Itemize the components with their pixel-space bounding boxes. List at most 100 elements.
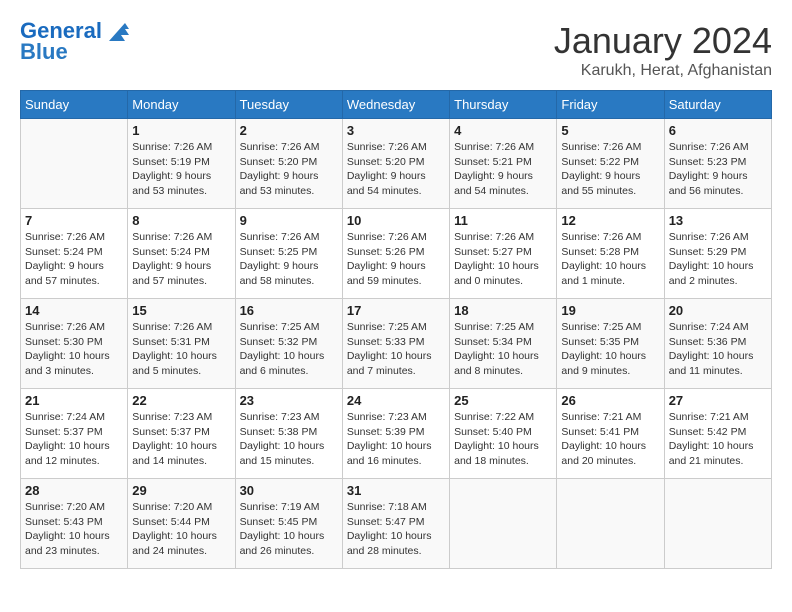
day-number: 31 xyxy=(347,483,445,498)
calendar-cell: 3Sunrise: 7:26 AMSunset: 5:20 PMDaylight… xyxy=(342,119,449,209)
day-number: 21 xyxy=(25,393,123,408)
day-number: 13 xyxy=(669,213,767,228)
col-header-saturday: Saturday xyxy=(664,91,771,119)
calendar-cell: 5 Sunrise: 7:26 AMSunset: 5:22 PMDaylight… xyxy=(557,119,664,209)
day-number: 17 xyxy=(347,303,445,318)
calendar-cell: 2 Sunrise: 7:26 AMSunset: 5:20 PMDaylight… xyxy=(235,119,342,209)
day-number: 26 xyxy=(561,393,659,408)
day-info: Sunrise: 7:24 AMSunset: 5:36 PMDaylight:… xyxy=(669,320,767,379)
day-number: 25 xyxy=(454,393,552,408)
day-number: 7 xyxy=(25,213,123,228)
day-number: 28 xyxy=(25,483,123,498)
day-info: Sunrise: 7:25 AMSunset: 5:33 PMDaylight:… xyxy=(347,320,445,379)
day-number: 16 xyxy=(240,303,338,318)
day-number: 12 xyxy=(561,213,659,228)
calendar-week-2: 7 Sunrise: 7:26 AMSunset: 5:24 PMDaylight… xyxy=(21,209,772,299)
title-block: January 2024 Karukh, Herat, Afghanistan xyxy=(554,20,772,80)
day-number: 18 xyxy=(454,303,552,318)
calendar-week-5: 28 Sunrise: 7:20 AMSunset: 5:43 PMDayligh… xyxy=(21,479,772,569)
day-info: Sunrise: 7:26 AMSunset: 5:19 PMDaylight:… xyxy=(132,140,230,199)
calendar-cell: 21 Sunrise: 7:24 AMSunset: 5:37 PMDayligh… xyxy=(21,389,128,479)
calendar-cell: 24Sunrise: 7:23 AMSunset: 5:39 PMDayligh… xyxy=(342,389,449,479)
day-info: Sunrise: 7:22 AMSunset: 5:40 PMDaylight:… xyxy=(454,410,552,469)
day-info: Sunrise: 7:26 AMSunset: 5:29 PMDaylight:… xyxy=(669,230,767,289)
day-number: 22 xyxy=(132,393,230,408)
calendar-cell: 28 Sunrise: 7:20 AMSunset: 5:43 PMDayligh… xyxy=(21,479,128,569)
day-number: 19 xyxy=(561,303,659,318)
col-header-tuesday: Tuesday xyxy=(235,91,342,119)
calendar-cell xyxy=(21,119,128,209)
day-info: Sunrise: 7:26 AMSunset: 5:22 PMDaylight:… xyxy=(561,140,659,199)
calendar-cell: 14Sunrise: 7:26 AMSunset: 5:30 PMDayligh… xyxy=(21,299,128,389)
calendar-cell: 23 Sunrise: 7:23 AMSunset: 5:38 PMDayligh… xyxy=(235,389,342,479)
day-info: Sunrise: 7:26 AMSunset: 5:25 PMDaylight:… xyxy=(240,230,338,289)
day-info: Sunrise: 7:24 AMSunset: 5:37 PMDaylight:… xyxy=(25,410,123,469)
day-number: 23 xyxy=(240,393,338,408)
calendar-cell: 11Sunrise: 7:26 AMSunset: 5:27 PMDayligh… xyxy=(450,209,557,299)
month-title: January 2024 xyxy=(554,20,772,62)
calendar-cell: 1Sunrise: 7:26 AMSunset: 5:19 PMDaylight… xyxy=(128,119,235,209)
calendar-week-1: 1Sunrise: 7:26 AMSunset: 5:19 PMDaylight… xyxy=(21,119,772,209)
calendar-cell xyxy=(450,479,557,569)
calendar-cell: 20Sunrise: 7:24 AMSunset: 5:36 PMDayligh… xyxy=(664,299,771,389)
day-info: Sunrise: 7:18 AMSunset: 5:47 PMDaylight:… xyxy=(347,500,445,559)
calendar-cell: 18 Sunrise: 7:25 AMSunset: 5:34 PMDayligh… xyxy=(450,299,557,389)
calendar-week-4: 21 Sunrise: 7:24 AMSunset: 5:37 PMDayligh… xyxy=(21,389,772,479)
calendar-cell: 22Sunrise: 7:23 AMSunset: 5:37 PMDayligh… xyxy=(128,389,235,479)
day-info: Sunrise: 7:23 AMSunset: 5:38 PMDaylight:… xyxy=(240,410,338,469)
calendar-cell: 7 Sunrise: 7:26 AMSunset: 5:24 PMDaylight… xyxy=(21,209,128,299)
calendar-cell: 9Sunrise: 7:26 AMSunset: 5:25 PMDaylight… xyxy=(235,209,342,299)
day-info: Sunrise: 7:26 AMSunset: 5:24 PMDaylight:… xyxy=(25,230,123,289)
day-number: 15 xyxy=(132,303,230,318)
day-number: 2 xyxy=(240,123,338,138)
day-number: 27 xyxy=(669,393,767,408)
col-header-thursday: Thursday xyxy=(450,91,557,119)
calendar-cell: 19 Sunrise: 7:25 AMSunset: 5:35 PMDayligh… xyxy=(557,299,664,389)
calendar-table: SundayMondayTuesdayWednesdayThursdayFrid… xyxy=(20,90,772,569)
calendar-cell: 29 Sunrise: 7:20 AMSunset: 5:44 PMDayligh… xyxy=(128,479,235,569)
day-number: 6 xyxy=(669,123,767,138)
col-header-sunday: Sunday xyxy=(21,91,128,119)
logo-icon xyxy=(103,21,131,43)
calendar-week-3: 14Sunrise: 7:26 AMSunset: 5:30 PMDayligh… xyxy=(21,299,772,389)
day-number: 29 xyxy=(132,483,230,498)
calendar-cell: 6 Sunrise: 7:26 AMSunset: 5:23 PMDaylight… xyxy=(664,119,771,209)
day-info: Sunrise: 7:26 AMSunset: 5:21 PMDaylight:… xyxy=(454,140,552,199)
day-info: Sunrise: 7:20 AMSunset: 5:44 PMDaylight:… xyxy=(132,500,230,559)
day-info: Sunrise: 7:26 AMSunset: 5:31 PMDaylight:… xyxy=(132,320,230,379)
day-number: 30 xyxy=(240,483,338,498)
calendar-cell: 4 Sunrise: 7:26 AMSunset: 5:21 PMDaylight… xyxy=(450,119,557,209)
calendar-cell: 12 Sunrise: 7:26 AMSunset: 5:28 PMDayligh… xyxy=(557,209,664,299)
calendar-cell: 26 Sunrise: 7:21 AMSunset: 5:41 PMDayligh… xyxy=(557,389,664,479)
day-number: 11 xyxy=(454,213,552,228)
day-info: Sunrise: 7:26 AMSunset: 5:24 PMDaylight:… xyxy=(132,230,230,289)
calendar-cell: 25 Sunrise: 7:22 AMSunset: 5:40 PMDayligh… xyxy=(450,389,557,479)
day-number: 4 xyxy=(454,123,552,138)
day-info: Sunrise: 7:21 AMSunset: 5:41 PMDaylight:… xyxy=(561,410,659,469)
day-number: 24 xyxy=(347,393,445,408)
location: Karukh, Herat, Afghanistan xyxy=(554,62,772,80)
day-info: Sunrise: 7:20 AMSunset: 5:43 PMDaylight:… xyxy=(25,500,123,559)
day-number: 10 xyxy=(347,213,445,228)
calendar-cell: 17 Sunrise: 7:25 AMSunset: 5:33 PMDayligh… xyxy=(342,299,449,389)
day-info: Sunrise: 7:19 AMSunset: 5:45 PMDaylight:… xyxy=(240,500,338,559)
day-info: Sunrise: 7:26 AMSunset: 5:20 PMDaylight:… xyxy=(240,140,338,199)
day-info: Sunrise: 7:25 AMSunset: 5:35 PMDaylight:… xyxy=(561,320,659,379)
day-info: Sunrise: 7:26 AMSunset: 5:26 PMDaylight:… xyxy=(347,230,445,289)
calendar-cell: 31 Sunrise: 7:18 AMSunset: 5:47 PMDayligh… xyxy=(342,479,449,569)
calendar-cell: 16Sunrise: 7:25 AMSunset: 5:32 PMDayligh… xyxy=(235,299,342,389)
day-info: Sunrise: 7:26 AMSunset: 5:28 PMDaylight:… xyxy=(561,230,659,289)
calendar-cell: 8Sunrise: 7:26 AMSunset: 5:24 PMDaylight… xyxy=(128,209,235,299)
calendar-cell xyxy=(664,479,771,569)
col-header-wednesday: Wednesday xyxy=(342,91,449,119)
day-number: 14 xyxy=(25,303,123,318)
day-info: Sunrise: 7:26 AMSunset: 5:23 PMDaylight:… xyxy=(669,140,767,199)
day-info: Sunrise: 7:25 AMSunset: 5:34 PMDaylight:… xyxy=(454,320,552,379)
day-number: 3 xyxy=(347,123,445,138)
col-header-monday: Monday xyxy=(128,91,235,119)
day-number: 5 xyxy=(561,123,659,138)
page-header: General Blue January 2024 Karukh, Herat,… xyxy=(20,20,772,80)
calendar-cell xyxy=(557,479,664,569)
calendar-cell: 15 Sunrise: 7:26 AMSunset: 5:31 PMDayligh… xyxy=(128,299,235,389)
logo-subtext: Blue xyxy=(20,41,131,63)
